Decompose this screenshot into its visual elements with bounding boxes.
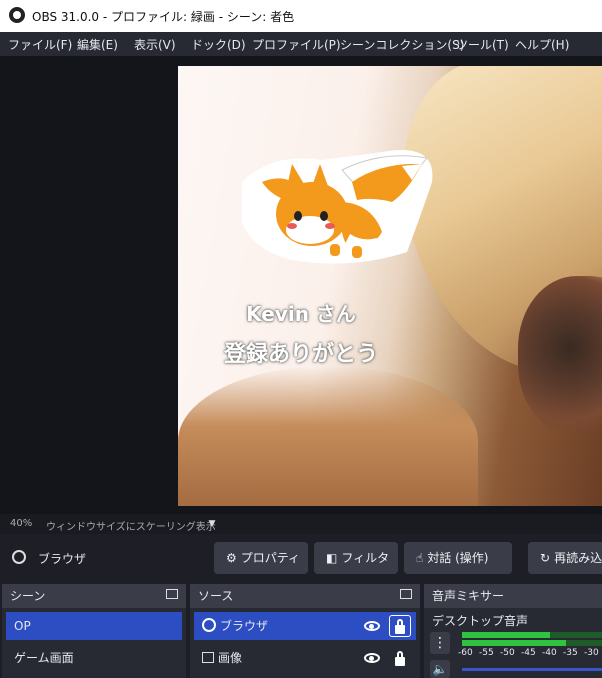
scene-item-op[interactable]: OP bbox=[6, 612, 182, 640]
audio-mixer-header: 音声ミキサー bbox=[424, 584, 602, 608]
zoom-level: 40% bbox=[10, 518, 33, 529]
undock-icon[interactable] bbox=[400, 589, 412, 599]
scale-mode-label[interactable]: ウィンドウサイズにスケーリング表示 bbox=[46, 518, 216, 533]
globe-icon bbox=[202, 618, 216, 632]
preview-canvas[interactable] bbox=[178, 66, 602, 506]
source-item-browser[interactable]: ブラウザ bbox=[194, 612, 416, 640]
sources-panel: ソース ブラウザ 画像 bbox=[190, 584, 420, 678]
volume-slider[interactable] bbox=[462, 668, 602, 671]
interact-button[interactable]: ☝ 対話 (操作) bbox=[404, 542, 512, 574]
scenes-title: シーン bbox=[10, 589, 46, 603]
selected-source-name: ブラウザ bbox=[38, 552, 87, 566]
menu-dock[interactable]: ドック(D) bbox=[191, 36, 246, 53]
preview-status-bar: 40% ウィンドウサイズにスケーリング表示 ▼ bbox=[0, 514, 602, 534]
properties-button[interactable]: ⚙ プロパティ bbox=[214, 542, 308, 574]
db-tick: -30 bbox=[584, 648, 599, 658]
refresh-label: 再読み込 bbox=[554, 551, 602, 565]
db-tick: -45 bbox=[521, 648, 536, 658]
undock-icon[interactable] bbox=[166, 589, 178, 599]
source-name: 画像 bbox=[218, 651, 243, 665]
db-tick: -50 bbox=[500, 648, 515, 658]
alert-message: 登録ありがとう bbox=[223, 342, 378, 367]
horse-body bbox=[178, 366, 478, 506]
menu-help[interactable]: ヘルプ(H) bbox=[515, 36, 569, 53]
sources-header: ソース bbox=[190, 584, 420, 608]
globe-icon bbox=[12, 550, 26, 564]
sources-title: ソース bbox=[198, 589, 234, 603]
menu-file[interactable]: ファイル(F) bbox=[8, 36, 72, 53]
menu-profile[interactable]: プロファイル(P) bbox=[252, 36, 341, 53]
db-tick: -40 bbox=[542, 648, 557, 658]
properties-label: プロパティ bbox=[240, 551, 301, 565]
volume-meter-level-2 bbox=[462, 640, 566, 646]
source-name: ブラウザ bbox=[220, 619, 269, 633]
alert-username: Kevin さん bbox=[246, 302, 356, 326]
more-options-icon[interactable]: ⋮ bbox=[430, 632, 450, 654]
lock-icon bbox=[395, 619, 405, 634]
scenes-panel: シーン OP ゲーム画面 bbox=[2, 584, 186, 678]
menu-bar: ファイル(F) 編集(E) 表示(V) ドック(D) プロファイル(P) シーン… bbox=[0, 32, 602, 56]
scenes-header: シーン bbox=[2, 584, 186, 608]
image-icon bbox=[202, 652, 214, 663]
eye-icon[interactable] bbox=[364, 653, 380, 663]
menu-scene-collection[interactable]: シーンコレクション(S) bbox=[340, 36, 464, 53]
filters-button[interactable]: ◧ フィルタ bbox=[314, 542, 398, 574]
filters-label: フィルタ bbox=[341, 551, 390, 565]
channel-name: デスクトップ音声 bbox=[432, 614, 529, 628]
gear-icon: ⚙ bbox=[226, 551, 237, 565]
menu-view[interactable]: 表示(V) bbox=[134, 36, 176, 53]
filter-icon: ◧ bbox=[326, 551, 338, 565]
interact-label: 対話 (操作) bbox=[427, 551, 489, 565]
title-bar: OBS 31.0.0 - プロファイル: 緑画 - シーン: 者色 bbox=[0, 0, 602, 32]
eye-icon[interactable] bbox=[364, 621, 380, 631]
speaker-icon[interactable]: 🔈 bbox=[430, 660, 450, 678]
refresh-button[interactable]: ↻ 再読み込 bbox=[528, 542, 602, 574]
volume-meter-level bbox=[462, 632, 550, 638]
audio-mixer-panel: 音声ミキサー デスクトップ音声 ⋮ 🔈 -60 -55 -50 -45 -40 … bbox=[424, 584, 602, 678]
hand-pointer-icon: ☝ bbox=[416, 551, 424, 565]
chevron-down-icon[interactable]: ▼ bbox=[202, 517, 222, 531]
menu-edit[interactable]: 編集(E) bbox=[77, 36, 118, 53]
audio-mixer-title: 音声ミキサー bbox=[432, 589, 505, 603]
window-title: OBS 31.0.0 - プロファイル: 緑画 - シーン: 者色 bbox=[32, 10, 295, 24]
fox-mascot-image bbox=[242, 150, 433, 264]
db-tick: -55 bbox=[479, 648, 494, 658]
source-item-image[interactable]: 画像 bbox=[194, 644, 416, 672]
refresh-icon: ↻ bbox=[540, 551, 551, 565]
obs-logo-icon bbox=[9, 7, 25, 23]
db-tick: -60 bbox=[458, 648, 473, 658]
lock-icon[interactable] bbox=[395, 651, 405, 666]
db-tick: -35 bbox=[563, 648, 578, 658]
scene-item-game-screen[interactable]: ゲーム画面 bbox=[6, 644, 182, 672]
menu-tools[interactable]: ツール(T) bbox=[456, 36, 509, 53]
